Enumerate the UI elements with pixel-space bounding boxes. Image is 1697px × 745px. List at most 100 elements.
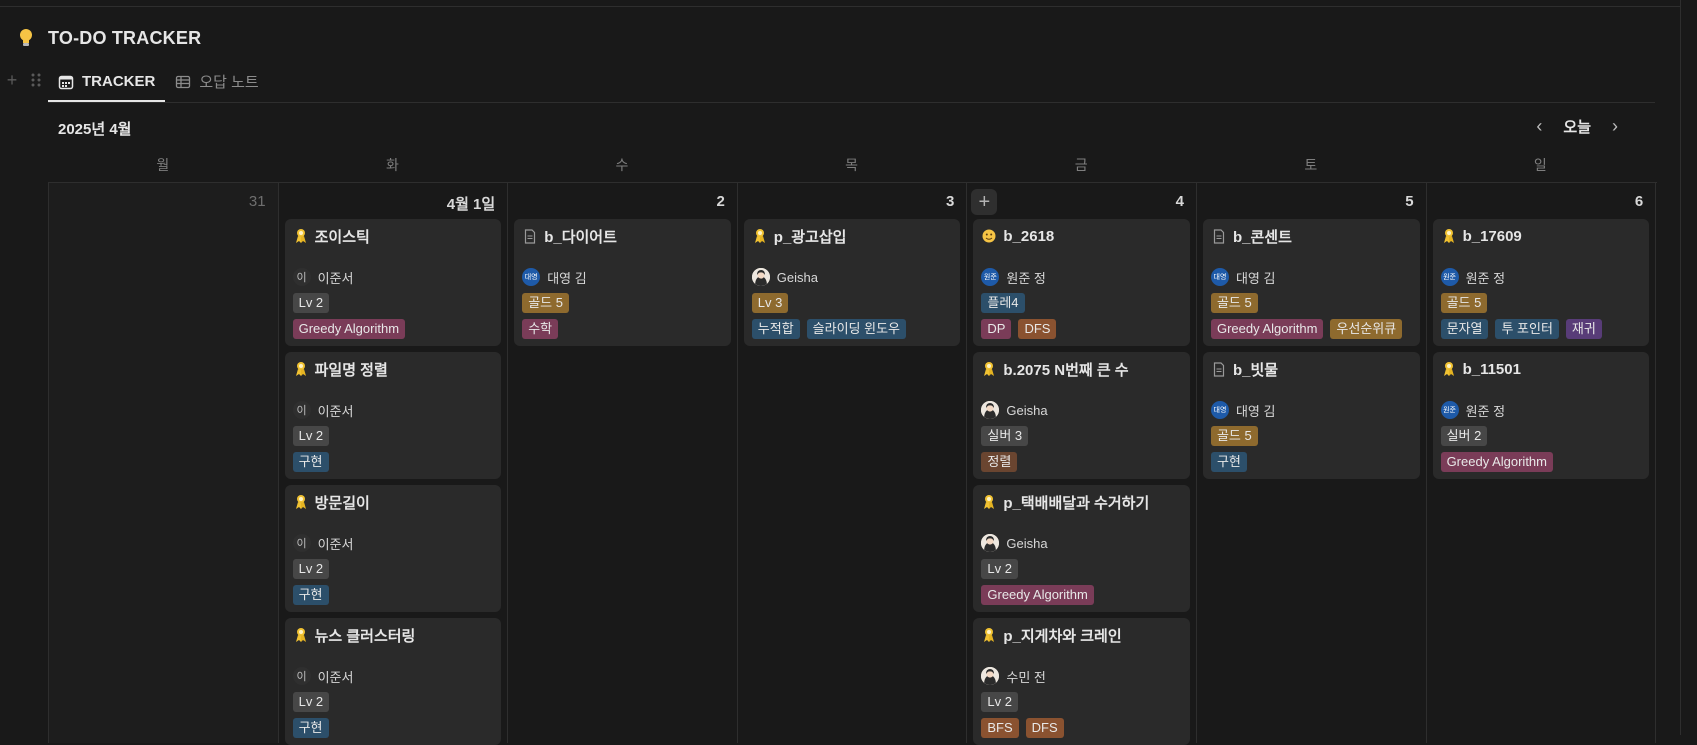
chevron-right-icon[interactable]: › <box>1609 116 1621 137</box>
card-title: p_지게차와 크레인 <box>981 624 1182 646</box>
task-card[interactable]: 방문길이 이 이준서 Lv 2 구현 <box>284 485 502 612</box>
tag-badge: 골드 5 <box>1210 426 1258 446</box>
tag-row: Greedy Algorithm <box>981 585 1182 605</box>
card-assignee: 원준 원준 정 <box>981 267 1182 287</box>
task-card[interactable]: 조이스틱 이 이준서 Lv 2 Greedy Algorithm <box>284 219 502 346</box>
card-title-text: p_광고삽입 <box>773 228 847 246</box>
task-card[interactable]: b.2075 N번째 큰 수 Geisha 실버 3 정렬 <box>973 352 1190 479</box>
page-title: TO-DO TRACKER <box>48 27 202 48</box>
tag-row: 골드 5 <box>1440 293 1642 313</box>
task-card[interactable]: b_다이어트 대영 대영 김 골드 5 수학 <box>514 219 731 346</box>
card-title-text: 파일명 정렬 <box>314 361 388 379</box>
task-card[interactable]: p_광고삽입 Geisha Lv 3 누적합 슬라이딩 윈도우 <box>743 219 961 346</box>
tag-row: Lv 2 <box>292 293 494 313</box>
assignee-name: 이준서 <box>317 536 354 552</box>
tag-row: Lv 2 <box>292 426 494 446</box>
calendar-day[interactable]: 2 b_다이어트 대영 대영 김 골드 5 수학 <box>508 183 738 743</box>
assignee-name: 대영 김 <box>1235 403 1276 419</box>
today-button[interactable]: 오늘 <box>1563 116 1591 137</box>
add-block-icon[interactable]: + <box>4 70 20 90</box>
card-title: b_11501 <box>1441 358 1642 380</box>
avatar: 이 <box>292 667 311 685</box>
tab-wrong-answer-notes[interactable]: 오답 노트 <box>165 62 268 101</box>
tag-row: 구현 <box>292 452 494 472</box>
assignee-name: Geisha <box>1006 402 1048 418</box>
tag-badge: DFS <box>1018 319 1057 339</box>
tag-row: BFS DFS <box>981 718 1182 738</box>
task-card[interactable]: b_빗물 대영 대영 김 골드 5 구현 <box>1202 352 1420 479</box>
card-title: b_2618 <box>981 225 1182 247</box>
task-card[interactable]: b_콘센트 대영 대영 김 골드 5 Greedy Algorithm 우선순위큐 <box>1202 219 1420 346</box>
card-assignee: 수민 전 <box>981 666 1182 686</box>
tag-row: Greedy Algorithm <box>1440 452 1642 472</box>
card-title: 방문길이 <box>293 491 494 513</box>
tag-badge: 플레4 <box>981 293 1025 313</box>
assignee-name: 원준 정 <box>1465 270 1506 286</box>
tag-row: 문자열 투 포인터 재귀 <box>1440 319 1642 339</box>
drag-handle-icon[interactable] <box>28 70 44 90</box>
ribbon-icon <box>293 627 309 643</box>
task-card[interactable]: 뉴스 클러스터링 이 이준서 Lv 2 구현 <box>284 618 502 745</box>
avatar: 이 <box>292 534 311 552</box>
card-assignee: Geisha <box>981 400 1182 420</box>
card-title-text: 방문길이 <box>314 494 370 512</box>
card-title-text: 뉴스 클러스터링 <box>314 627 416 645</box>
tag-row: 구현 <box>292 585 494 605</box>
tag-row: 골드 5 <box>1210 293 1412 313</box>
tag-badge: 구현 <box>292 585 329 605</box>
document-icon <box>522 228 538 244</box>
assignee-name: 원준 정 <box>1006 270 1046 286</box>
tag-badge: 골드 5 <box>1440 293 1488 313</box>
card-title: p_택배배달과 수거하기 <box>981 491 1182 513</box>
card-assignee: 이 이준서 <box>292 400 494 420</box>
task-card[interactable]: p_지게차와 크레인 수민 전 Lv 2 BFS DFS <box>973 618 1190 745</box>
tag-badge: 정렬 <box>981 452 1018 472</box>
weekday-label: 화 <box>385 157 399 173</box>
calendar-day[interactable]: 31 <box>49 183 279 743</box>
chevron-left-icon[interactable]: ‹ <box>1533 116 1545 137</box>
table-icon <box>175 74 191 90</box>
document-icon <box>1211 228 1227 244</box>
add-card-button[interactable]: + <box>971 189 998 215</box>
card-title: b_17609 <box>1441 225 1642 247</box>
tab-tracker[interactable]: TRACKER <box>48 62 166 102</box>
avatar: 대영 <box>522 268 541 286</box>
assignee-name: Geisha <box>776 269 818 285</box>
card-title-text: b_다이어트 <box>544 228 617 246</box>
calendar-day[interactable]: 6 b_17609 원준 원준 정 골드 5 문자열 투 포인터 재귀 b_11501 원준 원준 … <box>1427 183 1657 743</box>
task-card[interactable]: b_2618 원준 원준 정플레4 DP DFS <box>973 219 1190 346</box>
document-icon <box>1211 361 1227 377</box>
tag-row: Greedy Algorithm 우선순위큐 <box>1210 319 1412 339</box>
tag-badge: DP <box>981 319 1012 339</box>
card-assignee: Geisha <box>751 267 953 287</box>
tag-badge: 우선순위큐 <box>1330 319 1403 339</box>
card-assignee: 원준 원준 정 <box>1440 267 1642 287</box>
tag-badge: BFS <box>981 718 1019 738</box>
task-card[interactable]: b_11501 원준 원준 정 실버 2 Greedy Algorithm <box>1432 352 1650 479</box>
task-card[interactable]: b_17609 원준 원준 정골드 5 문자열 투 포인터 재귀 <box>1432 219 1650 346</box>
card-title-text: b_11501 <box>1462 360 1521 378</box>
assignee-name: 수민 전 <box>1006 669 1046 685</box>
calendar-day[interactable]: 5 b_콘센트 대영 대영 김 골드 5 Greedy Algorithm 우선순위큐 b_빗… <box>1197 183 1427 743</box>
tag-badge: 골드 5 <box>1210 293 1258 313</box>
tag-badge: 구현 <box>292 718 329 738</box>
ribbon-icon <box>293 361 309 377</box>
tag-badge: Lv 3 <box>751 293 789 313</box>
tag-row: 실버 3 <box>981 426 1182 446</box>
avatar: 대영 <box>1210 268 1229 286</box>
calendar-day[interactable]: 3 p_광고삽입 Geisha Lv 3 누적합 슬라이딩 윈도우 <box>738 183 968 743</box>
tag-badge: 슬라이딩 윈도우 <box>806 319 907 339</box>
assignee-name: 이준서 <box>317 669 354 685</box>
task-card[interactable]: 파일명 정렬이 이준서 Lv 2 구현 <box>284 352 502 479</box>
calendar-day[interactable]: 4월 1일 조이스틱 이 이준서 Lv 2 Greedy Algorithm 파일명 정렬 이… <box>279 183 509 745</box>
calendar-day[interactable]: 4 + b_2618 원준 원준 정 플레4 DP DFS b.2075 N번째 큰 수 Geis… <box>967 183 1197 745</box>
day-number: 4 <box>1175 193 1184 210</box>
tag-badge: 실버 3 <box>981 426 1029 446</box>
day-number: 2 <box>716 193 725 210</box>
tag-badge: 실버 2 <box>1440 426 1488 446</box>
weekday-label: 수 <box>615 157 629 173</box>
card-assignee: Geisha <box>981 533 1182 553</box>
task-card[interactable]: p_택배배달과 수거하기 Geisha Lv 2 Greedy Algorithm <box>973 485 1190 612</box>
avatar: 이 <box>292 268 311 286</box>
assignee-name: 이준서 <box>317 403 354 419</box>
